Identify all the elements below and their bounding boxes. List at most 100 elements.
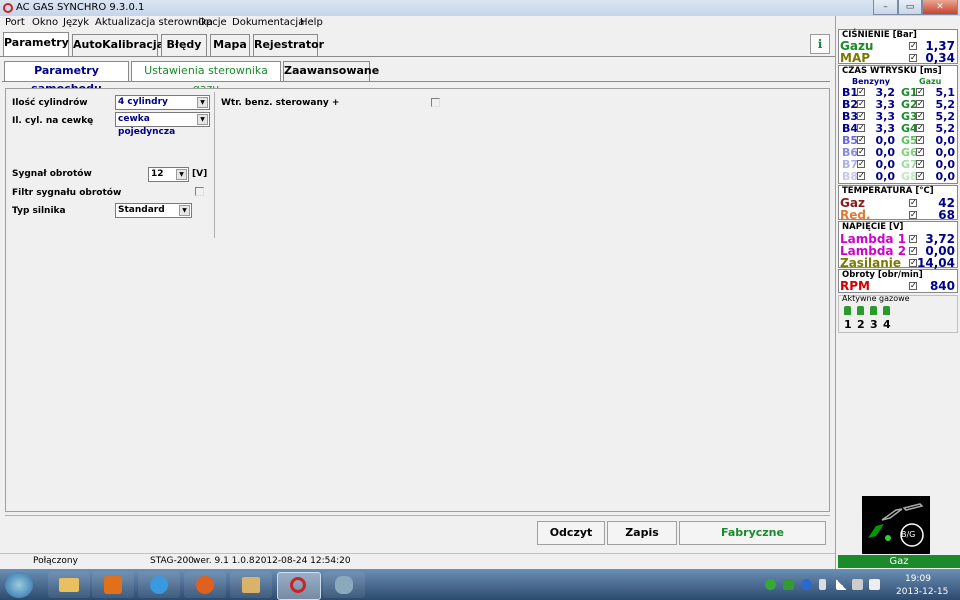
gas-injector-checkbox[interactable]: ✓	[916, 112, 924, 120]
gas-injector-checkbox[interactable]: ✓	[916, 88, 924, 96]
gas-injector-checkbox[interactable]: ✓	[916, 172, 924, 180]
subtab-ustawienia-sterownika[interactable]: Ustawienia sterownika gazu	[131, 61, 281, 95]
tab-autokalibracja[interactable]: AutoKalibracja	[72, 34, 164, 56]
menu-help[interactable]: Help	[300, 17, 323, 28]
window-title: AC GAS SYNCHRO 9.3.0.1	[16, 2, 145, 13]
tray-app-icon[interactable]	[783, 579, 794, 590]
cyl-per-coil-value: cewka pojedyncza	[118, 114, 176, 137]
menu-dokumentacja[interactable]: Dokumentacja	[232, 17, 304, 28]
rpm-filter-checkbox[interactable]	[195, 187, 204, 196]
chevron-down-icon: ▼	[176, 169, 187, 180]
bottom-divider	[5, 515, 830, 516]
petrol-injector-checkbox[interactable]: ✓	[857, 124, 865, 132]
injector-icon	[857, 306, 864, 315]
acgas-taskbar-icon[interactable]	[277, 572, 321, 600]
paint-taskbar-icon[interactable]	[323, 572, 365, 598]
title-bar: AC GAS SYNCHRO 9.3.0.1 – ▭ ✕	[0, 0, 960, 17]
engine-type-select[interactable]: Standard ▼	[115, 203, 192, 218]
petrol-injector-checkbox[interactable]: ✓	[857, 148, 865, 156]
active-injectors-title: Aktywne gazowe	[842, 294, 910, 303]
petrol-injector-checkbox[interactable]	[431, 98, 440, 107]
start-button[interactable]	[5, 572, 33, 598]
fuel-mode-indicator: Gaz	[838, 555, 960, 568]
supply-label: Zasilanie	[840, 256, 902, 270]
tray-sync-icon[interactable]	[765, 579, 776, 590]
tray-network-icon[interactable]	[852, 579, 863, 590]
engine-type-label: Typ silnika	[12, 206, 66, 216]
menu-bar: Port Okno Język Aktualizacja sterownika …	[0, 16, 835, 31]
gas-header: Gazu	[919, 77, 942, 86]
menu-jezyk[interactable]: Język	[63, 17, 89, 28]
injector-number: 2	[857, 318, 865, 331]
tab-bledy[interactable]: Błędy	[161, 34, 207, 56]
tray-signal-icon[interactable]	[836, 579, 847, 590]
chevron-down-icon: ▼	[197, 97, 208, 108]
write-button[interactable]: Zapis	[607, 521, 677, 545]
connection-status: Połączony	[33, 556, 78, 566]
close-button[interactable]: ✕	[922, 0, 958, 15]
firefox-taskbar-icon[interactable]	[184, 572, 226, 598]
subtabs-divider	[2, 81, 830, 82]
supply-value: 14,04	[917, 256, 955, 270]
tab-parametry[interactable]: Parametry	[3, 32, 69, 56]
temp-red-value: 68	[938, 208, 955, 222]
gas-injector-checkbox[interactable]: ✓	[916, 136, 924, 144]
gas-injector-value: 0,0	[935, 170, 956, 183]
petrol-injector-label: B8	[842, 170, 859, 183]
gas-injector-checkbox[interactable]: ✓	[916, 160, 924, 168]
pressure-gas-checkbox[interactable]: ✓	[909, 42, 917, 50]
petrol-injector-checkbox[interactable]: ✓	[857, 136, 865, 144]
media-player-taskbar-icon[interactable]	[92, 572, 134, 598]
rpm-signal-unit: [V]	[192, 169, 208, 179]
subtab-parametry-samochodu[interactable]: Parametry samochodu	[4, 61, 129, 95]
petrol-injector-checkbox[interactable]: ✓	[857, 112, 865, 120]
gas-injector-checkbox[interactable]: ✓	[916, 124, 924, 132]
rpm-signal-label: Sygnał obrotów	[12, 169, 92, 179]
read-button[interactable]: Odczyt	[537, 521, 605, 545]
menu-aktualizacja[interactable]: Aktualizacja sterownika	[95, 17, 213, 28]
temp-gas-checkbox[interactable]: ✓	[909, 199, 917, 207]
petrol-header: Benzyny	[852, 77, 890, 86]
petrol-injector-label: Wtr. benz. sterowany +	[221, 98, 340, 108]
menu-port[interactable]: Port	[5, 17, 25, 28]
rpm-checkbox[interactable]: ✓	[909, 282, 917, 290]
tray-battery-icon[interactable]	[819, 579, 826, 590]
factory-button[interactable]: Fabryczne	[679, 521, 826, 545]
tray-volume-icon[interactable]	[869, 579, 880, 590]
cylinders-select[interactable]: 4 cylindry ▼	[115, 95, 210, 110]
panel-divider	[214, 92, 215, 238]
ie-taskbar-icon[interactable]	[138, 572, 180, 598]
tab-rejestrator[interactable]: Rejestrator	[253, 34, 324, 56]
tab-mapa[interactable]: Mapa	[210, 34, 250, 56]
folder-taskbar-icon[interactable]	[230, 572, 272, 598]
minimize-button[interactable]: –	[873, 0, 898, 15]
chevron-down-icon: ▼	[179, 205, 190, 216]
gas-injector-checkbox[interactable]: ✓	[916, 100, 924, 108]
explorer-taskbar-icon[interactable]	[48, 572, 90, 598]
menu-okno[interactable]: Okno	[32, 17, 58, 28]
tray-bluetooth-icon[interactable]	[801, 579, 812, 590]
info-icon[interactable]: ℹ	[810, 34, 830, 54]
lambda1-checkbox[interactable]: ✓	[909, 235, 917, 243]
gas-injector-checkbox[interactable]: ✓	[916, 148, 924, 156]
app-icon	[3, 3, 13, 13]
injector-icon	[844, 306, 851, 315]
cyl-per-coil-select[interactable]: cewka pojedyncza ▼	[115, 112, 210, 137]
rpm-value: 840	[929, 279, 955, 293]
temp-red-checkbox[interactable]: ✓	[909, 211, 917, 219]
menu-opcje[interactable]: Opcje	[198, 17, 227, 28]
injection-title: CZAS WTRYSKU [ms]	[842, 66, 942, 76]
injector-number: 1	[844, 318, 852, 331]
lambda2-checkbox[interactable]: ✓	[909, 247, 917, 255]
injector-icon	[870, 306, 877, 315]
rpm-signal-select[interactable]: 12 ▼	[148, 167, 189, 182]
petrol-injector-checkbox[interactable]: ✓	[857, 160, 865, 168]
petrol-injector-checkbox[interactable]: ✓	[857, 88, 865, 96]
petrol-injector-checkbox[interactable]: ✓	[857, 100, 865, 108]
pressure-map-checkbox[interactable]: ✓	[909, 54, 917, 62]
engine-type-value: Standard	[118, 205, 165, 215]
gas-switch-logo[interactable]: B/G	[862, 496, 930, 554]
subtab-zaawansowane[interactable]: Zaawansowane	[283, 61, 379, 81]
petrol-injector-checkbox[interactable]: ✓	[857, 172, 865, 180]
maximize-button[interactable]: ▭	[898, 0, 922, 15]
